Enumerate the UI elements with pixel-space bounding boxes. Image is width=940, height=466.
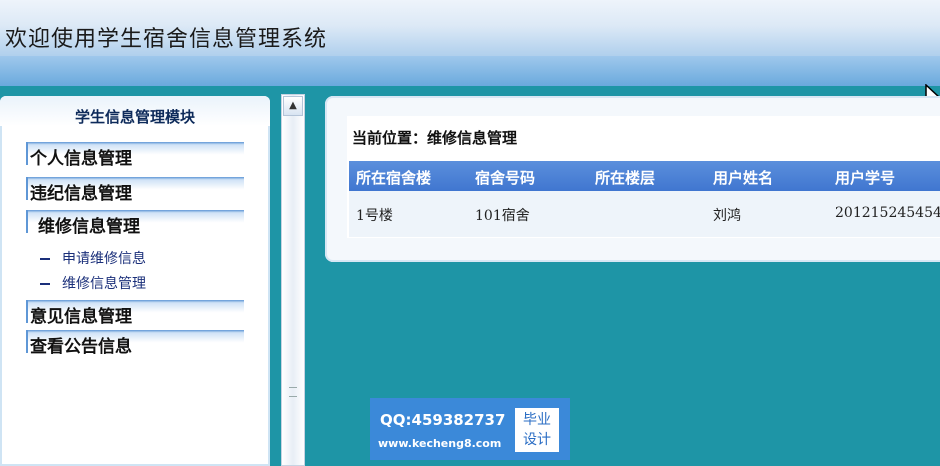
column-header: 用户姓名 [713, 169, 774, 187]
sidebar: 学生信息管理模块 个人信息管理 违纪信息管理 维修信息管理 申请维修信息 维修信… [0, 96, 270, 466]
breadcrumb: 当前位置：维修信息管理 [352, 129, 518, 147]
menu-item-view-announcements[interactable]: 查看公告信息 [26, 330, 244, 357]
header-band [0, 56, 940, 86]
column-header: 宿舍号码 [475, 169, 536, 187]
watermark-qq: QQ:459382737 [380, 411, 506, 429]
sidebar-title: 学生信息管理模块 [74, 108, 195, 126]
table-cell: 201215245454 [835, 205, 940, 221]
watermark-banner: QQ:459382737 www.kecheng8.com 毕业 设计 [370, 398, 570, 460]
watermark-badge: 毕业 设计 [515, 408, 559, 452]
menu-item-repair-info[interactable]: 维修信息管理 [26, 210, 244, 237]
badge-line: 毕业 [523, 412, 551, 428]
page-title: 欢迎使用学生宿舍信息管理系统 [5, 27, 328, 52]
menu-item-feedback-info[interactable]: 意见信息管理 [26, 300, 244, 327]
menu-item-label: 违纪信息管理 [30, 184, 132, 204]
column-header: 所在楼层 [595, 169, 656, 187]
content-area: 当前位置：维修信息管理 所在宿舍楼 宿舍号码 所在楼层 用户姓名 用户学号 1号… [347, 116, 940, 238]
submenu-item-repair-manage[interactable]: 维修信息管理 [40, 273, 146, 293]
sidebar-scrollbar[interactable]: ▲ [281, 94, 305, 466]
menu-item-personal-info[interactable]: 个人信息管理 [26, 142, 244, 169]
dash-icon [40, 258, 50, 260]
table-cell: 101宿舍 [475, 208, 530, 224]
column-header: 用户学号 [835, 169, 896, 187]
table-header-row: 所在宿舍楼 宿舍号码 所在楼层 用户姓名 用户学号 [349, 161, 940, 191]
repair-table: 所在宿舍楼 宿舍号码 所在楼层 用户姓名 用户学号 1号楼 101宿舍 刘鸿 2… [349, 161, 940, 237]
content-panel: 当前位置：维修信息管理 所在宿舍楼 宿舍号码 所在楼层 用户姓名 用户学号 1号… [325, 96, 940, 262]
scroll-grip-icon[interactable] [289, 387, 297, 397]
menu-item-label: 个人信息管理 [30, 149, 132, 169]
dash-icon [40, 283, 50, 285]
table-cell: 刘鸿 [713, 208, 741, 224]
submenu-item-label: 申请维修信息 [62, 251, 146, 267]
column-header: 所在宿舍楼 [356, 169, 432, 187]
submenu-item-apply-repair[interactable]: 申请维修信息 [40, 248, 146, 268]
watermark-url: www.kecheng8.com [378, 437, 502, 450]
scroll-up-arrow-icon[interactable]: ▲ [283, 96, 303, 116]
table-row[interactable]: 1号楼 101宿舍 刘鸿 201215245454 [349, 191, 940, 237]
menu-item-discipline-info[interactable]: 违纪信息管理 [26, 177, 244, 204]
submenu-item-label: 维修信息管理 [62, 276, 146, 292]
badge-line: 设计 [523, 432, 551, 448]
header-banner: 欢迎使用学生宿舍信息管理系统 [0, 0, 940, 86]
menu-item-label: 查看公告信息 [30, 337, 132, 357]
table-cell: 1号楼 [356, 208, 393, 224]
menu-item-label: 维修信息管理 [38, 217, 140, 237]
menu-item-label: 意见信息管理 [30, 307, 132, 327]
